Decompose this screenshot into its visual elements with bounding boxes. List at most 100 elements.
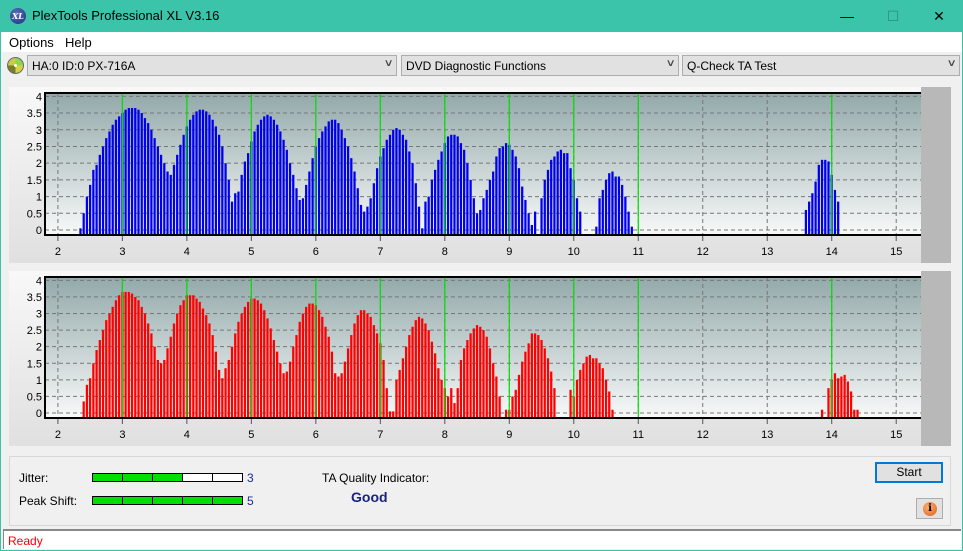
bar — [517, 168, 521, 235]
app-logo-icon: XL — [10, 8, 26, 24]
bar — [150, 333, 153, 418]
bar — [514, 389, 517, 418]
bar — [456, 136, 459, 235]
test-select[interactable]: Q-Check TA Test ∨ — [682, 55, 960, 76]
bar — [427, 196, 430, 235]
bar — [272, 340, 276, 418]
bar — [469, 179, 472, 235]
bar — [243, 306, 247, 418]
bar — [524, 351, 527, 418]
y-tick-label: 3 — [36, 125, 42, 137]
info-button[interactable]: i — [916, 498, 943, 519]
menu-help[interactable]: Help — [65, 35, 92, 50]
bar — [205, 111, 208, 235]
peak-shift-label: Peak Shift: — [19, 494, 78, 508]
bar — [553, 156, 556, 235]
bar — [820, 409, 824, 418]
title-bar[interactable]: XL PlexTools Professional XL V3.16 — ☐ ✕ — [1, 1, 962, 32]
bar — [540, 198, 543, 235]
bar — [230, 346, 234, 418]
function-select[interactable]: DVD Diagnostic Functions ∨ — [401, 55, 679, 76]
bar — [201, 109, 205, 235]
bar — [198, 109, 201, 235]
bar — [475, 325, 479, 418]
bar — [411, 163, 414, 235]
bar — [840, 376, 843, 418]
y-tick-label: 3.5 — [27, 292, 42, 304]
bar — [492, 171, 495, 235]
bar — [530, 333, 533, 418]
x-tick-label: 7 — [377, 429, 383, 441]
bar — [604, 179, 608, 235]
bar — [137, 109, 140, 235]
bar — [820, 159, 824, 235]
bar — [463, 149, 466, 235]
bar — [814, 181, 817, 235]
minimize-button[interactable]: — — [824, 1, 870, 32]
bar — [446, 396, 450, 418]
bar — [269, 328, 272, 418]
bar — [92, 363, 95, 418]
bar — [221, 146, 224, 235]
bar — [350, 335, 353, 418]
bar — [398, 129, 401, 235]
drive-select[interactable]: HA:0 ID:0 PX-716A ∨ — [27, 55, 397, 76]
bar — [849, 391, 853, 418]
bar — [163, 163, 166, 235]
bar — [266, 318, 269, 418]
bar — [247, 153, 250, 235]
x-tick-label: 6 — [313, 429, 319, 441]
maximize-button[interactable]: ☐ — [870, 1, 916, 32]
bar — [182, 134, 185, 235]
bar — [401, 358, 405, 418]
drive-select-value: HA:0 ID:0 PX-716A — [32, 59, 136, 73]
bar — [492, 363, 495, 418]
close-button[interactable]: ✕ — [916, 1, 962, 32]
start-button[interactable]: Start — [875, 462, 943, 483]
bar — [521, 186, 524, 235]
bar — [327, 336, 330, 418]
x-tick-label: 9 — [506, 429, 512, 441]
bar — [611, 409, 614, 418]
bar — [153, 138, 156, 235]
meter-segment — [212, 473, 243, 482]
bar — [824, 159, 827, 235]
bar — [301, 198, 305, 235]
bar — [466, 163, 469, 235]
bar — [340, 373, 343, 418]
bar — [450, 388, 453, 418]
bar — [224, 163, 227, 235]
bar — [346, 348, 350, 418]
x-tick-label: 5 — [248, 246, 254, 258]
bar — [588, 354, 592, 418]
menu-options[interactable]: Options — [9, 35, 54, 50]
bar — [282, 373, 285, 418]
x-tick-label: 3 — [119, 246, 125, 258]
bar — [282, 139, 285, 235]
bar — [140, 113, 143, 235]
bar — [130, 293, 134, 418]
bar — [388, 134, 392, 235]
bar — [253, 131, 256, 235]
bar — [143, 313, 147, 418]
bar — [421, 318, 424, 418]
bar — [366, 313, 369, 418]
bar — [488, 179, 492, 235]
bar — [363, 310, 366, 418]
bar — [108, 313, 111, 418]
bar — [359, 204, 363, 235]
bar — [321, 316, 324, 418]
bar — [276, 124, 279, 235]
bar — [395, 128, 398, 235]
bar — [617, 176, 621, 235]
bar — [295, 335, 298, 418]
bar — [466, 340, 469, 418]
bar — [411, 326, 414, 418]
bar — [321, 131, 324, 235]
bar — [95, 349, 98, 418]
bar — [101, 146, 105, 235]
bar — [198, 301, 201, 418]
bar — [156, 146, 159, 235]
x-tick-label: 14 — [826, 429, 838, 441]
bar — [575, 198, 579, 235]
